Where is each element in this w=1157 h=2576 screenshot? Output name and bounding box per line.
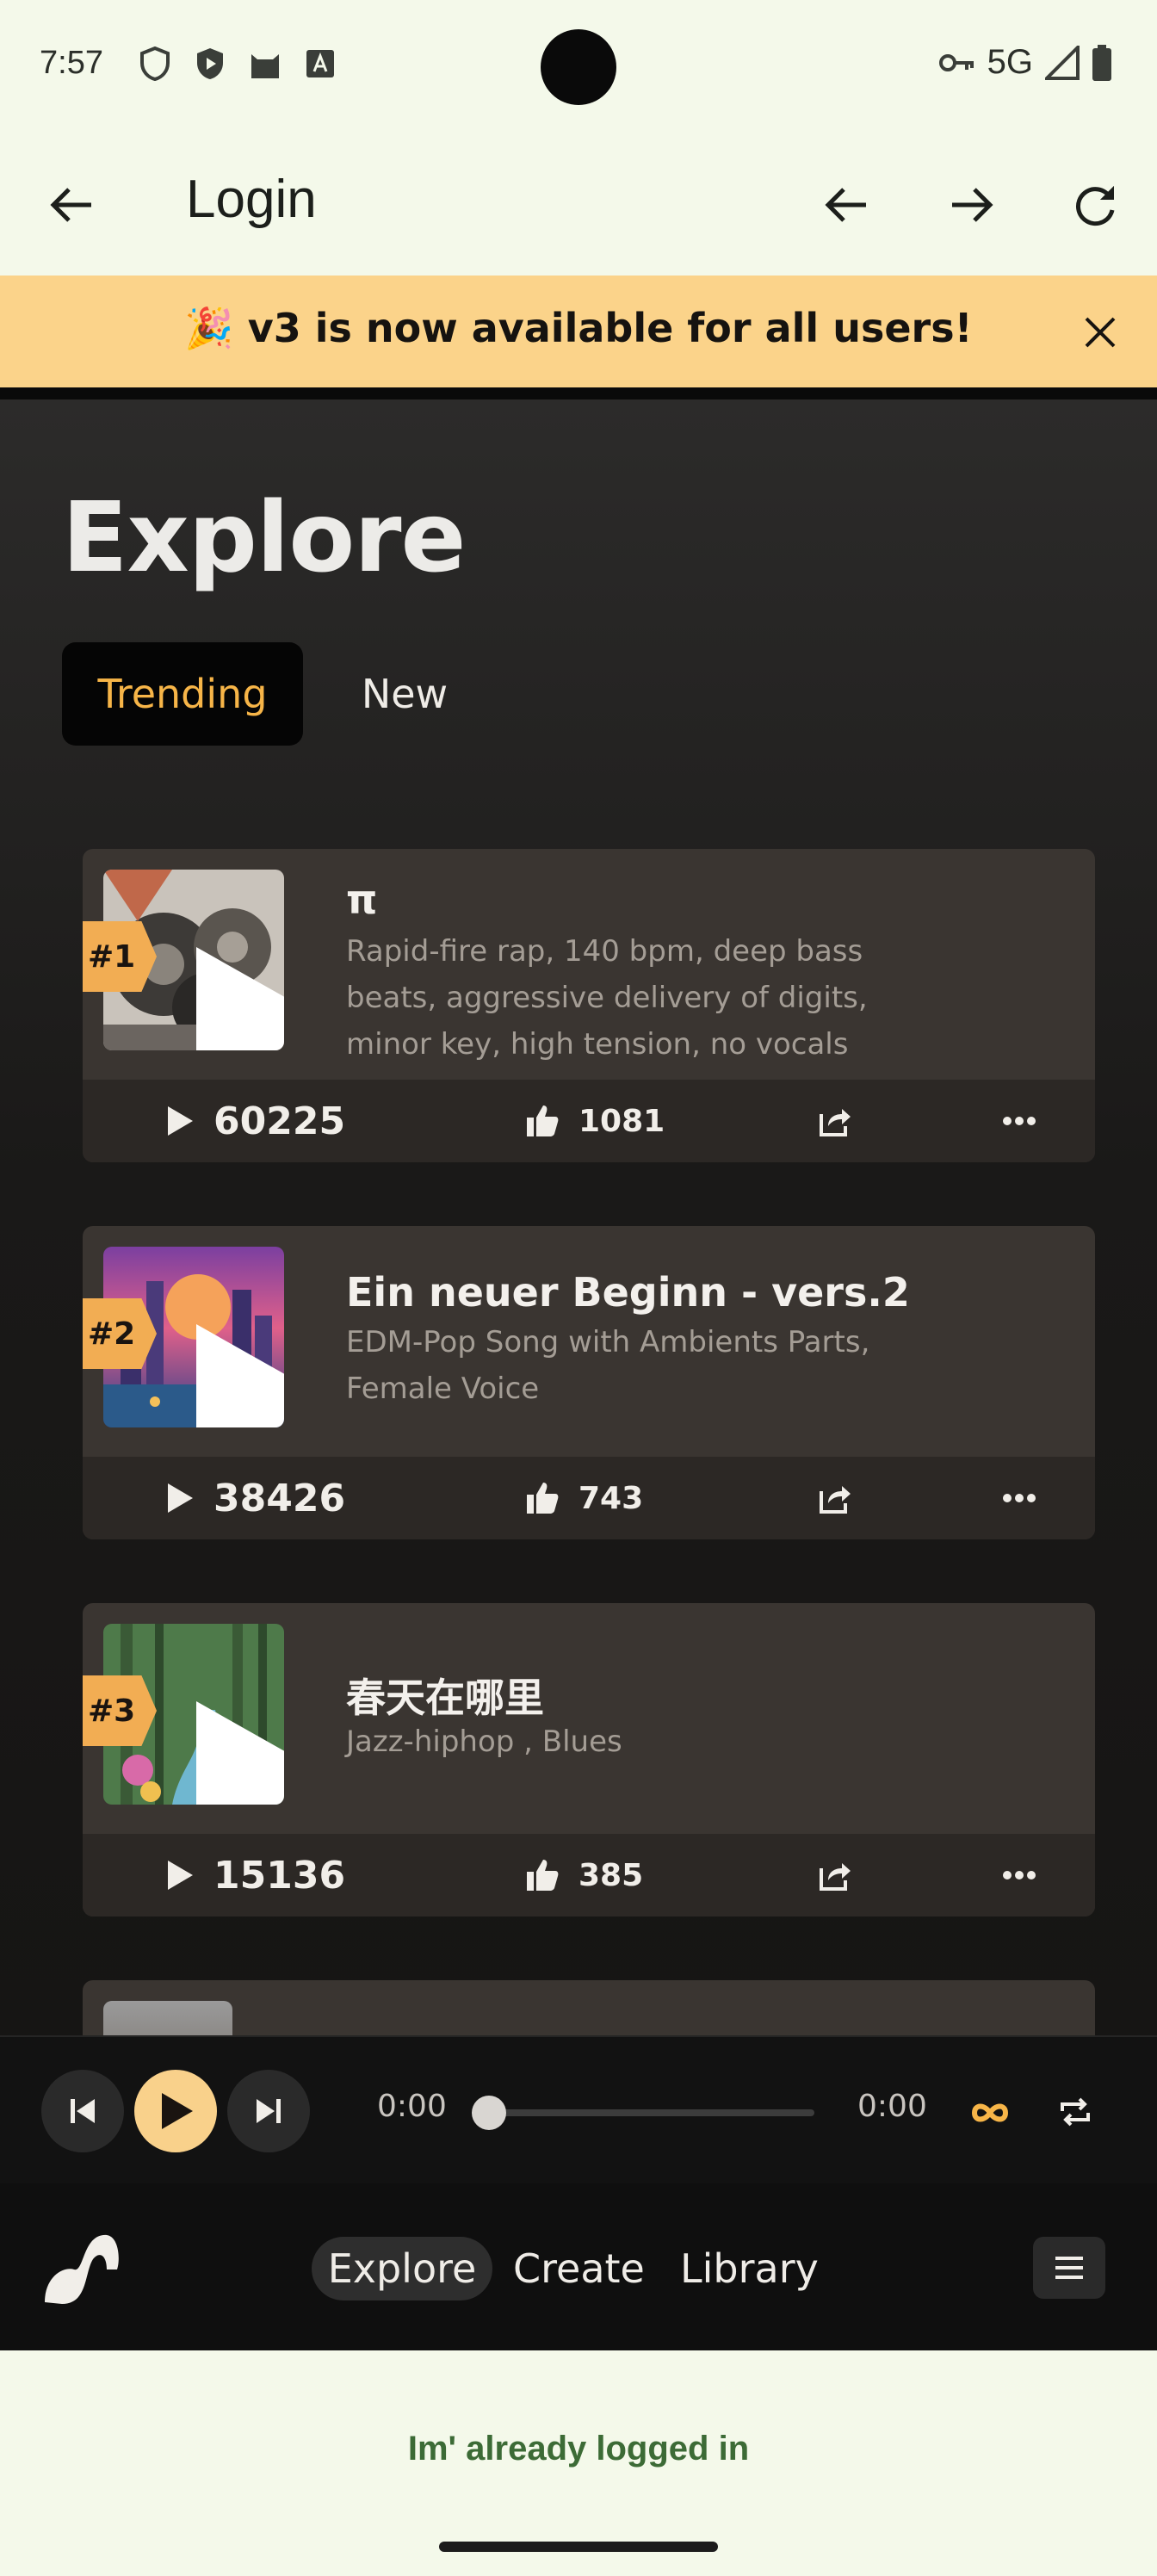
app-logo-icon[interactable] bbox=[40, 2225, 122, 2307]
cat-icon bbox=[246, 45, 284, 83]
divider bbox=[0, 387, 1157, 399]
share-icon[interactable] bbox=[816, 1479, 854, 1517]
share-icon[interactable] bbox=[816, 1856, 854, 1894]
skip-next-button[interactable] bbox=[227, 2070, 310, 2152]
rank-badge: #2 bbox=[83, 1298, 157, 1369]
play-icon bbox=[162, 2093, 193, 2129]
song-stats-bar: 15136 385 bbox=[83, 1834, 1095, 1917]
nav-explore[interactable]: Explore bbox=[312, 2237, 492, 2300]
signal-icon bbox=[1045, 45, 1080, 80]
status-time: 7:57 bbox=[40, 45, 103, 81]
skip-next-icon bbox=[257, 2099, 281, 2123]
font-a-icon bbox=[301, 45, 339, 83]
network-type: 5G bbox=[987, 43, 1033, 81]
play-count-value: 60225 bbox=[213, 1099, 346, 1143]
thumbs-up-icon bbox=[525, 1104, 560, 1138]
repeat-icon[interactable] bbox=[1055, 2092, 1095, 2132]
duration: 0:00 bbox=[857, 2089, 927, 2124]
song-card[interactable]: #1 π Rapid-fire rap, 140 bpm, deep bass … bbox=[83, 849, 1095, 1162]
tab-new[interactable]: New bbox=[331, 642, 479, 746]
song-title[interactable]: 春天在哪里 bbox=[346, 1667, 544, 1724]
song-card[interactable] bbox=[83, 1980, 1095, 2035]
current-time: 0:00 bbox=[377, 2089, 447, 2124]
more-options-icon[interactable] bbox=[1000, 1102, 1038, 1140]
page-title-login: Login bbox=[186, 170, 317, 229]
login-footer: Im' already logged in bbox=[0, 2350, 1157, 2576]
audio-player: 0:00 0:00 bbox=[0, 2035, 1157, 2185]
close-icon[interactable] bbox=[1078, 310, 1123, 355]
infinity-loop-icon[interactable] bbox=[969, 2092, 1011, 2133]
more-options-icon[interactable] bbox=[1000, 1479, 1038, 1517]
system-icons: 5G bbox=[938, 43, 1112, 82]
play-icon[interactable] bbox=[172, 1689, 284, 1805]
notification-icons bbox=[136, 45, 339, 83]
refresh-icon[interactable] bbox=[1067, 177, 1123, 232]
bottom-navigation: Explore Create Library bbox=[0, 2183, 1157, 2350]
thumbs-up-icon bbox=[525, 1481, 560, 1515]
song-card-header[interactable]: #1 π Rapid-fire rap, 140 bpm, deep bass … bbox=[83, 849, 1095, 1080]
song-card[interactable]: #2 Ein neuer Beginn - vers.2 EDM-Pop Son… bbox=[83, 1226, 1095, 1539]
thumbs-up-icon bbox=[525, 1858, 560, 1892]
song-title[interactable]: Ein neuer Beginn - vers.2 bbox=[346, 1269, 910, 1316]
like-button[interactable]: 385 bbox=[525, 1834, 643, 1917]
nav-library[interactable]: Library bbox=[680, 2237, 819, 2300]
play-count-value: 38426 bbox=[213, 1476, 346, 1520]
play-icon bbox=[165, 1482, 195, 1514]
like-count-value: 1081 bbox=[578, 1103, 665, 1139]
nav-back-icon[interactable] bbox=[820, 177, 875, 232]
skip-previous-icon bbox=[71, 2099, 95, 2123]
announcement-banner: 🎉 v3 is now available for all users! bbox=[0, 276, 1157, 387]
tab-trending[interactable]: Trending bbox=[62, 642, 303, 746]
skip-previous-button[interactable] bbox=[41, 2070, 124, 2152]
like-button[interactable]: 1081 bbox=[525, 1080, 665, 1162]
already-logged-in-link[interactable]: Im' already logged in bbox=[0, 2430, 1157, 2468]
song-stats-bar: 38426 743 bbox=[83, 1457, 1095, 1539]
vpn-key-icon bbox=[938, 53, 975, 73]
webview-toolbar: Login bbox=[0, 129, 1157, 276]
play-count[interactable]: 38426 bbox=[165, 1457, 345, 1539]
play-icon bbox=[165, 1859, 195, 1892]
song-description: EDM-Pop Song with Ambients Parts, Female… bbox=[346, 1325, 870, 1406]
song-title[interactable]: π bbox=[346, 876, 377, 923]
play-count[interactable]: 15136 bbox=[165, 1834, 345, 1917]
shield-play-icon bbox=[191, 45, 229, 83]
song-cover-art[interactable] bbox=[103, 2001, 232, 2035]
shield-outline-icon bbox=[136, 45, 174, 83]
progress-track[interactable] bbox=[484, 2109, 814, 2116]
play-icon[interactable] bbox=[172, 935, 284, 1050]
song-card[interactable]: #3 春天在哪里 Jazz-hiphop , Blues 15136 385 bbox=[83, 1603, 1095, 1917]
progress-slider-handle[interactable] bbox=[472, 2096, 506, 2130]
more-options-icon[interactable] bbox=[1000, 1856, 1038, 1894]
play-pause-button[interactable] bbox=[134, 2070, 217, 2152]
play-icon[interactable] bbox=[172, 1312, 284, 1427]
home-indicator[interactable] bbox=[439, 2542, 718, 2552]
share-icon[interactable] bbox=[816, 1102, 854, 1140]
song-card-header[interactable]: #2 Ein neuer Beginn - vers.2 EDM-Pop Son… bbox=[83, 1226, 1095, 1457]
song-description: Rapid-fire rap, 140 bpm, deep bass beats… bbox=[346, 934, 868, 1062]
status-bar: 7:57 5G bbox=[0, 0, 1157, 129]
hamburger-menu-icon[interactable] bbox=[1033, 2237, 1105, 2299]
play-count-value: 15136 bbox=[213, 1853, 346, 1898]
rank-badge: #3 bbox=[83, 1675, 157, 1746]
battery-icon bbox=[1092, 44, 1112, 81]
announcement-text: 🎉 v3 is now available for all users! bbox=[184, 305, 973, 351]
nav-create[interactable]: Create bbox=[513, 2237, 645, 2300]
like-count-value: 743 bbox=[578, 1480, 644, 1516]
camera-cutout bbox=[541, 29, 616, 105]
play-icon bbox=[165, 1105, 195, 1137]
song-card-header[interactable]: #3 春天在哪里 Jazz-hiphop , Blues bbox=[83, 1603, 1095, 1834]
play-count[interactable]: 60225 bbox=[165, 1080, 345, 1162]
back-arrow-icon[interactable] bbox=[45, 177, 100, 232]
nav-forward-icon[interactable] bbox=[944, 177, 999, 232]
rank-badge: #1 bbox=[83, 921, 157, 992]
explore-title: Explore bbox=[62, 482, 466, 594]
like-count-value: 385 bbox=[578, 1857, 644, 1893]
song-stats-bar: 60225 1081 bbox=[83, 1080, 1095, 1162]
explore-section: Explore Trending New #1 π Rapid-fire rap… bbox=[0, 399, 1157, 2035]
like-button[interactable]: 743 bbox=[525, 1457, 643, 1539]
song-description: Jazz-hiphop , Blues bbox=[346, 1725, 622, 1759]
